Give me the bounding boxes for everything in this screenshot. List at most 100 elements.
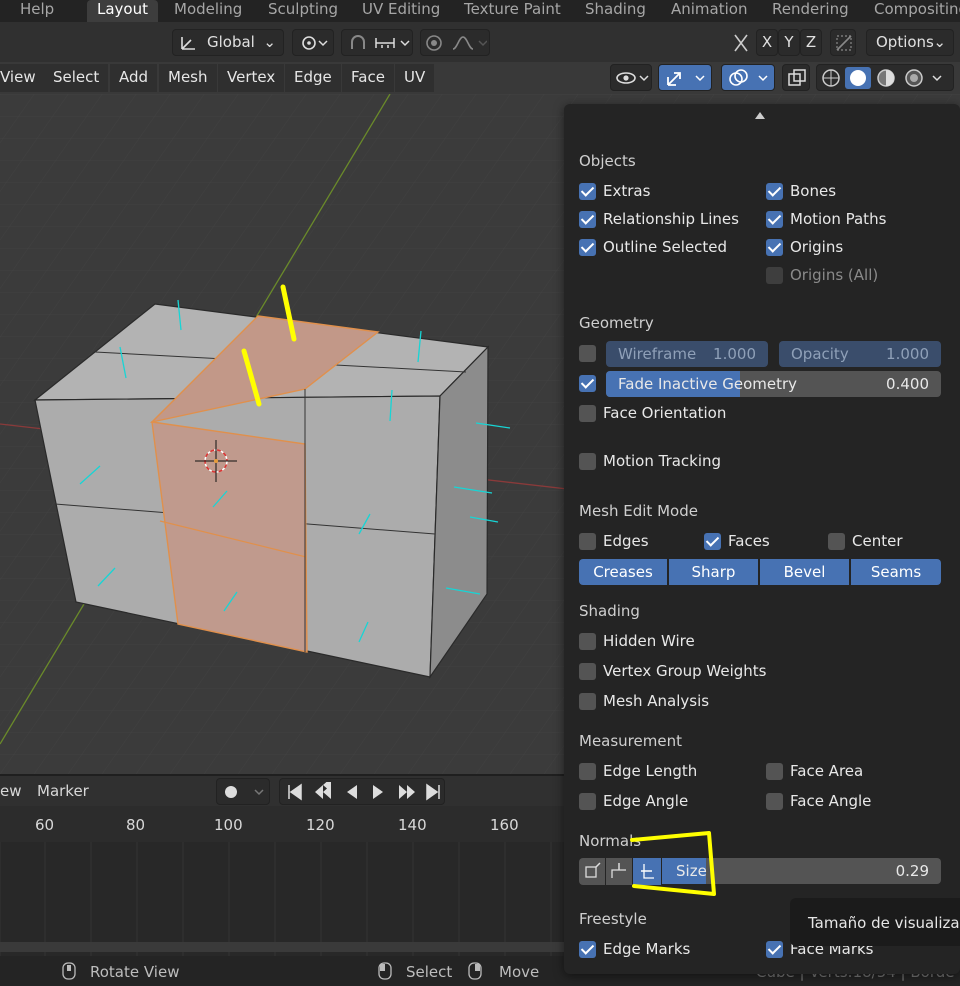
section-objects-title: Objects (579, 152, 636, 170)
timeline-menu-view[interactable]: ew (0, 782, 22, 800)
fade-inactive-slider[interactable]: Fade Inactive Geometry 0.400 (606, 371, 941, 397)
vertex-group-weights-checkbox[interactable]: Vertex Group Weights (579, 660, 767, 682)
tab-compositing[interactable]: Compositing (874, 0, 960, 22)
tab-rendering[interactable]: Rendering (772, 0, 849, 22)
origins-checkbox[interactable]: Origins (766, 236, 843, 258)
tick-label: 120 (306, 816, 335, 834)
options-dropdown[interactable]: Options ⌄ (866, 29, 954, 56)
tab-texture-paint[interactable]: Texture Paint (464, 0, 561, 22)
eye-icon (616, 72, 649, 84)
mouse-left-icon (378, 962, 392, 980)
tab-animation[interactable]: Animation (671, 0, 747, 22)
chevron-down-icon: ⌄ (933, 33, 946, 51)
tick-label: 60 (35, 816, 55, 834)
menu-select[interactable]: Select (44, 64, 109, 92)
vertex-normal-icon (585, 862, 601, 878)
menu-edge[interactable]: Edge (285, 64, 341, 92)
tick-label: 100 (214, 816, 243, 834)
menu-view[interactable]: View (0, 64, 45, 92)
overlay-circles-icon (729, 69, 768, 86)
vertex-normals-toggle[interactable] (579, 858, 605, 885)
menu-help[interactable]: Help (20, 0, 54, 22)
menu-mesh[interactable]: Mesh (159, 64, 217, 92)
face-angle-checkbox[interactable]: Face Angle (766, 790, 871, 812)
workspace-bar: Help Layout Modeling Sculpting UV Editin… (0, 0, 960, 22)
fade-inactive-checkbox[interactable] (579, 372, 603, 394)
pivot-icon (302, 36, 328, 50)
snapping-group[interactable] (341, 29, 413, 56)
visibility-dropdown[interactable] (610, 64, 652, 91)
wireframe-slider[interactable]: Wireframe 1.000 (606, 341, 768, 367)
proportional-editing-group[interactable] (420, 29, 490, 56)
tab-shading[interactable]: Shading (585, 0, 646, 22)
tab-sculpting[interactable]: Sculpting (268, 0, 338, 22)
shading-icons (822, 67, 942, 89)
status-move: Move (499, 963, 540, 981)
proportional-icon (426, 35, 487, 51)
mesh-analysis-checkbox[interactable]: Mesh Analysis (579, 690, 709, 712)
chevron-down-icon: ⌄ (263, 33, 276, 51)
opacity-slider[interactable]: Opacity 1.000 (779, 341, 941, 367)
face-area-checkbox[interactable]: Face Area (766, 760, 863, 782)
edges-checkbox[interactable]: Edges (579, 530, 649, 552)
transform-orientation-dropdown[interactable]: Global ⌄ (172, 29, 284, 56)
section-mesh-edit-title: Mesh Edit Mode (579, 502, 698, 520)
xray-toggle[interactable] (782, 64, 810, 91)
extras-checkbox[interactable]: Extras (579, 180, 650, 202)
pivot-point-dropdown[interactable] (292, 29, 334, 56)
bones-checkbox[interactable]: Bones (766, 180, 836, 202)
motion-paths-checkbox[interactable]: Motion Paths (766, 208, 886, 230)
timeline-menu-marker[interactable]: Marker (37, 782, 89, 800)
orientation-icon (181, 37, 195, 50)
section-shading-title: Shading (579, 602, 640, 620)
origins-all-checkbox[interactable]: Origins (All) (766, 264, 878, 286)
faces-checkbox[interactable]: Faces (704, 530, 770, 552)
menu-add[interactable]: Add (110, 64, 158, 92)
axis-x-toggle[interactable]: X (756, 29, 778, 56)
gizmo-toggle[interactable] (658, 64, 712, 91)
gizmo-arrow-icon (667, 72, 705, 86)
axis-z-toggle[interactable]: Z (800, 29, 822, 56)
menu-vertex[interactable]: Vertex (218, 64, 285, 92)
motion-tracking-checkbox[interactable]: Motion Tracking (579, 450, 721, 472)
face-orientation-checkbox[interactable]: Face Orientation (579, 402, 726, 424)
edge-length-checkbox[interactable]: Edge Length (579, 760, 697, 782)
creases-toggle[interactable]: Creases (579, 559, 667, 585)
auto-merge-icon[interactable] (830, 29, 856, 56)
playback-controls[interactable] (279, 778, 445, 805)
menu-face[interactable]: Face (342, 64, 394, 92)
center-checkbox[interactable]: Center (828, 530, 903, 552)
snap-magnet-icon (351, 35, 410, 49)
overlays-toggle[interactable] (721, 64, 775, 91)
hidden-wire-checkbox[interactable]: Hidden Wire (579, 630, 695, 652)
axis-y-toggle[interactable]: Y (778, 29, 800, 56)
transform-orientation-value: Global (207, 33, 255, 51)
mouse-icon (62, 962, 76, 980)
wireframe-checkbox[interactable] (579, 342, 603, 364)
section-measurement-title: Measurement (579, 732, 682, 750)
status-select: Select (406, 963, 453, 981)
sharp-toggle[interactable]: Sharp (669, 559, 758, 585)
tooltip-text: Tamaño de visualizac (808, 914, 960, 932)
edge-angle-checkbox[interactable]: Edge Angle (579, 790, 688, 812)
outline-selected-checkbox[interactable]: Outline Selected (579, 236, 727, 258)
edge-marks-checkbox[interactable]: Edge Marks (579, 938, 690, 960)
tab-uv-editing[interactable]: UV Editing (362, 0, 440, 22)
playback-icons (288, 782, 440, 801)
seams-toggle[interactable]: Seams (851, 559, 941, 585)
menu-uv[interactable]: UV (395, 64, 435, 92)
mouse-right-icon (468, 962, 482, 980)
tab-modeling[interactable]: Modeling (174, 0, 242, 22)
tick-label: 140 (398, 816, 427, 834)
bevel-toggle[interactable]: Bevel (760, 559, 849, 585)
auto-keying-group[interactable] (216, 778, 270, 805)
tooltip: Tamaño de visualizac (790, 898, 960, 946)
mirror-icon[interactable] (729, 30, 753, 56)
shading-mode-group[interactable] (816, 64, 954, 91)
xray-icon (788, 69, 806, 86)
tick-label: 160 (490, 816, 519, 834)
popover-arrow-icon (755, 112, 765, 119)
relationship-lines-checkbox[interactable]: Relationship Lines (579, 208, 739, 230)
options-label: Options (876, 33, 934, 51)
tab-layout[interactable]: Layout (87, 0, 158, 22)
